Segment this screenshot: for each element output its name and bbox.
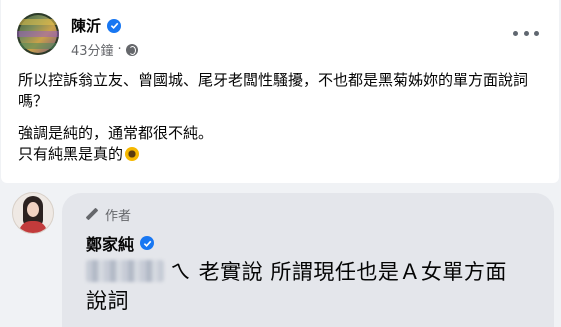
- verified-badge-icon: [140, 236, 155, 250]
- commenter[interactable]: 鄭家純: [86, 231, 155, 255]
- post-line-3-text: 只有純黑是真的: [18, 145, 124, 163]
- post-author-name[interactable]: 陳沂: [71, 15, 101, 36]
- avatar-stripe: [17, 31, 59, 37]
- post-line-3: 只有純黑是真的: [18, 144, 538, 165]
- avatar-body: [19, 221, 47, 233]
- checkmark-icon: [143, 240, 151, 247]
- avatar-stripe: [17, 43, 59, 49]
- meta-separator: ·: [117, 42, 122, 57]
- dot-icon: [523, 30, 529, 36]
- verified-badge-icon: [107, 18, 122, 33]
- dot-icon: [534, 30, 539, 36]
- post-line-2: 強調是純的，通常都很不純。: [18, 124, 214, 142]
- author-tag-label: 作者: [105, 209, 132, 224]
- post-line-1: 所以控訴翁立友、曾國城、尾牙老闆性騷擾，不也都是黑菊姊妳的單方面說詞嗎？: [18, 71, 529, 110]
- post-author[interactable]: 陳沂: [71, 15, 122, 36]
- pencil-icon: [86, 208, 99, 221]
- avatar-stripe: [17, 19, 59, 25]
- avatar-face: [27, 202, 39, 217]
- commenter-name[interactable]: 鄭家純: [86, 231, 134, 255]
- comment-thread-rail: [0, 183, 4, 326]
- sunflower-emoji-icon: [125, 147, 140, 161]
- author-avatar[interactable]: [17, 13, 59, 55]
- post-meta: 43分鐘 ·: [71, 40, 138, 59]
- dot-icon: [513, 30, 518, 36]
- commenter-avatar[interactable]: [12, 192, 54, 234]
- more-options-icon[interactable]: [513, 25, 539, 41]
- checkmark-icon: [110, 22, 118, 29]
- globe-icon[interactable]: [125, 43, 138, 56]
- blurred-mention: [86, 260, 164, 282]
- post-timestamp[interactable]: 43分鐘: [71, 40, 114, 59]
- post-card: 陳沂 43分鐘 · 所以控訴翁立友、曾國城、尾牙老闆性騷擾，不也都是黑菊姊妳的單…: [1, 0, 559, 183]
- author-tag: 作者: [86, 205, 131, 224]
- comment-text: ㄟ 老實說 所謂現任也是Ａ女單方面說詞: [86, 258, 526, 316]
- post-body: 所以控訴翁立友、曾國城、尾牙老闆性騷擾，不也都是黑菊姊妳的單方面說詞嗎？ 強調是…: [18, 70, 538, 165]
